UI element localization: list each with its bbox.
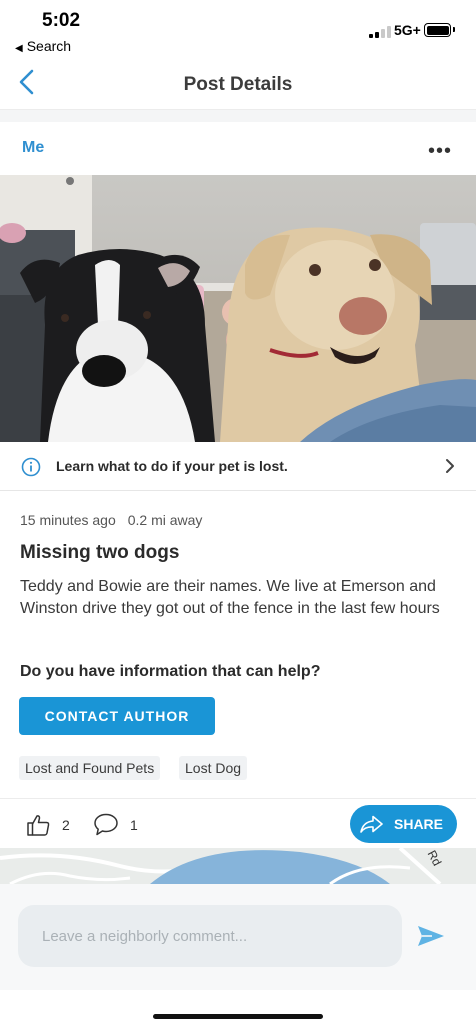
tag-lost-dog[interactable]: Lost Dog	[179, 756, 248, 780]
comment-composer	[0, 884, 476, 990]
chevron-right-icon	[446, 459, 454, 473]
help-question: Do you have information that can help?	[20, 663, 321, 680]
info-banner-text: Learn what to do if your pet is lost.	[56, 458, 288, 474]
signal-icon	[369, 26, 391, 38]
post-time-ago: 15 minutes ago	[20, 512, 116, 528]
back-to-app-link[interactable]: ◀ Search	[15, 38, 71, 54]
network-type: 5G+	[394, 22, 421, 38]
post-body: Teddy and Bowie are their names. We live…	[20, 578, 440, 617]
map-preview[interactable]: Rd	[0, 848, 476, 884]
battery-icon	[424, 23, 455, 37]
post-distance: 0.2 mi away	[127, 512, 203, 528]
share-arrow-icon	[360, 815, 383, 833]
nav-bar: Post Details	[0, 58, 476, 110]
more-horizontal-icon[interactable]: •••	[428, 140, 452, 163]
back-triangle-icon: ◀	[15, 43, 23, 54]
share-label: SHARE	[394, 816, 444, 832]
comment-icon[interactable]	[93, 812, 119, 836]
section-divider	[0, 110, 476, 122]
post-title: Missing two dogs	[20, 542, 180, 563]
share-button[interactable]: SHARE	[350, 805, 457, 843]
map-illustration	[0, 848, 476, 884]
home-indicator[interactable]	[153, 1014, 323, 1019]
post-actions-bar: 2 1 SHARE	[0, 798, 476, 848]
comment-input[interactable]	[18, 905, 402, 967]
dogs-photo-illustration	[0, 175, 476, 442]
status-time: 5:02	[42, 10, 81, 31]
like-count: 2	[62, 817, 70, 833]
post-photo[interactable]	[0, 175, 476, 442]
post-meta: 15 minutes ago 0.2 mi away	[20, 512, 202, 528]
thumbs-up-icon[interactable]	[26, 813, 51, 837]
page-title: Post Details	[183, 74, 293, 95]
post-author[interactable]: Me	[22, 139, 44, 157]
status-bar: 5:02 ◀ Search 5G+	[0, 0, 476, 58]
info-icon	[21, 457, 41, 477]
tag-lost-and-found-pets[interactable]: Lost and Found Pets	[19, 756, 161, 780]
comment-count: 1	[130, 817, 138, 833]
send-icon[interactable]	[416, 924, 446, 948]
back-app-label: Search	[26, 38, 72, 54]
contact-author-button[interactable]: CONTACT AUTHOR	[19, 697, 215, 735]
lost-pet-info-banner[interactable]: Learn what to do if your pet is lost.	[0, 442, 476, 491]
